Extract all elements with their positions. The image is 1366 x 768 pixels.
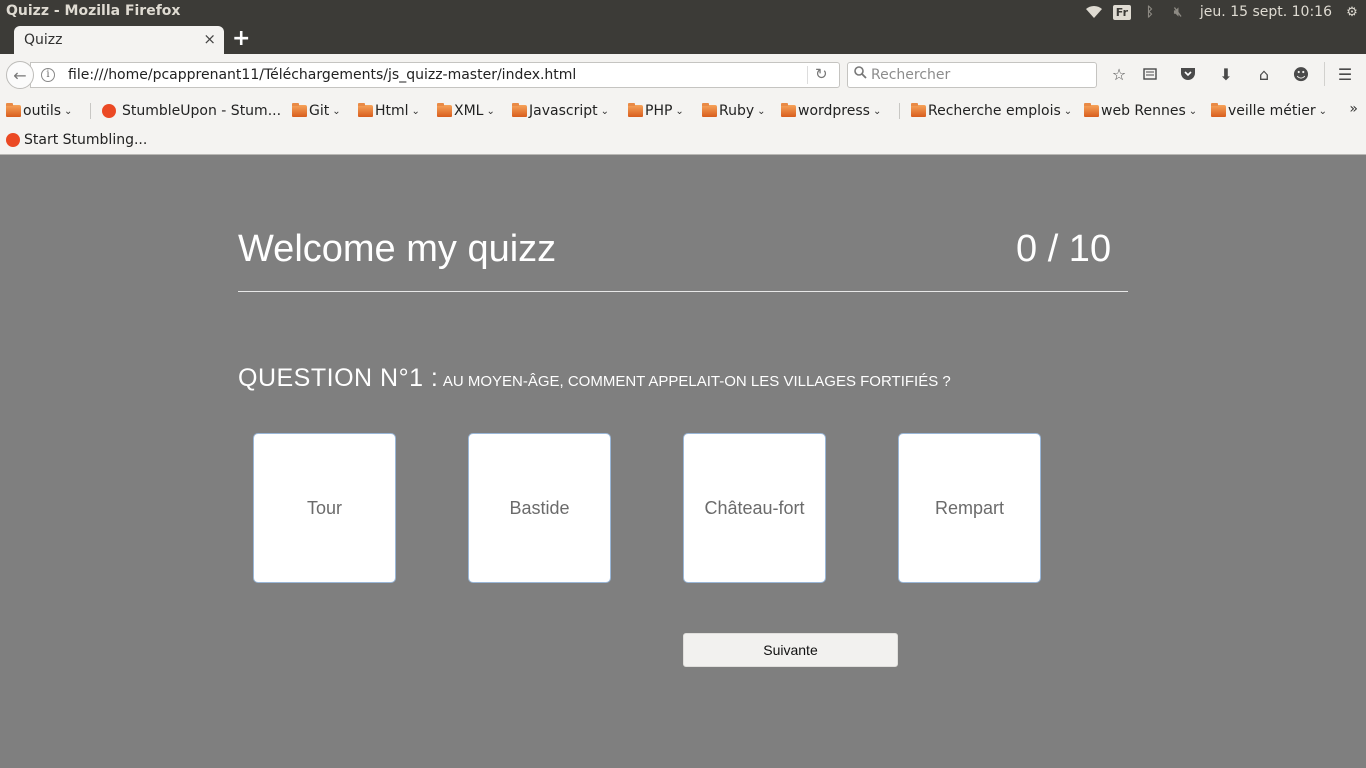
chevron-down-icon: ⌄	[486, 105, 495, 117]
question-text: AU MOYEN-ÂGE, COMMENT APPELAIT-ON LES VI…	[442, 373, 951, 390]
search-input[interactable]: Rechercher	[847, 62, 1097, 88]
folder-icon	[781, 103, 796, 117]
back-button[interactable]: ←	[6, 61, 34, 89]
url-text[interactable]: file:///home/pcapprenant11/Téléchargemen…	[68, 67, 576, 83]
chevron-down-icon: ⌄	[757, 105, 766, 117]
bookmark-star-icon[interactable]: ☆	[1107, 62, 1131, 86]
pocket-icon[interactable]	[1176, 62, 1200, 86]
bookmark-folder-html[interactable]: Html ⌄	[358, 101, 420, 121]
os-top-panel: Quizz - Mozilla Firefox Fr ᛒ 🔇︎ jeu. 15 …	[0, 0, 1366, 24]
info-icon[interactable]: i	[41, 68, 55, 82]
page-title: Welcome my quizz	[238, 228, 557, 270]
next-button[interactable]: Suivante	[683, 633, 898, 667]
score-counter: 0 / 10	[1016, 228, 1112, 270]
chevron-down-icon: ⌄	[1318, 105, 1328, 117]
answer-option-bastide[interactable]: Bastide	[468, 433, 611, 583]
bookmark-folder-xml[interactable]: XML ⌄	[437, 101, 495, 121]
back-arrow-icon: ←	[13, 65, 27, 85]
bookmark-folder-ruby[interactable]: Ruby ⌄	[702, 101, 766, 121]
search-placeholder: Rechercher	[871, 67, 951, 83]
chevron-down-icon: ⌄	[64, 105, 73, 117]
folder-icon	[911, 103, 926, 117]
clock[interactable]: jeu. 15 sept. 10:16	[1192, 4, 1338, 20]
divider	[899, 103, 900, 119]
divider	[807, 66, 808, 84]
tab-title: Quizz	[24, 32, 63, 48]
tab-strip: Quizz × +	[0, 24, 1366, 54]
reading-list-icon[interactable]	[1138, 62, 1162, 86]
close-icon[interactable]: ×	[203, 30, 216, 48]
chevron-down-icon: ⌄	[1188, 105, 1198, 117]
folder-icon	[702, 103, 717, 117]
bookmark-folder-veille-metier[interactable]: veille métier ⌄	[1211, 101, 1327, 121]
divider	[90, 103, 91, 119]
bookmark-folder-recherche-emplois[interactable]: Recherche emplois ⌄	[911, 101, 1072, 121]
bookmark-folder-wordpress[interactable]: wordpress ⌄	[781, 101, 881, 121]
bookmarks-overflow-button[interactable]: »	[1349, 101, 1358, 117]
question: QUESTION N°1 : AU MOYEN-ÂGE, COMMENT APP…	[238, 364, 951, 393]
stumbleupon-icon	[6, 133, 20, 147]
os-indicators: Fr ᛒ 🔇︎ jeu. 15 sept. 10:16 ⚙	[1080, 0, 1366, 24]
home-icon[interactable]: ⌂	[1252, 62, 1276, 86]
reload-icon[interactable]: ↻	[815, 65, 828, 83]
bookmark-folder-git[interactable]: Git ⌄	[292, 101, 341, 121]
title-divider	[238, 291, 1128, 292]
stumbleupon-toolbar: Start Stumbling...	[0, 126, 1366, 155]
folder-icon	[358, 103, 373, 117]
chevron-down-icon: ⌄	[600, 105, 609, 117]
wifi-icon[interactable]	[1080, 0, 1108, 24]
start-stumbling-button[interactable]: Start Stumbling...	[6, 130, 147, 150]
chevron-down-icon: ⌄	[411, 105, 420, 117]
tab-quizz[interactable]: Quizz ×	[14, 26, 224, 54]
bluetooth-icon[interactable]: ᛒ	[1136, 0, 1164, 24]
chevron-down-icon: ⌄	[675, 105, 684, 117]
chevron-down-icon: ⌄	[332, 105, 341, 117]
url-bar[interactable]: i file:///home/pcapprenant11/Téléchargem…	[30, 62, 840, 88]
divider	[1324, 62, 1325, 86]
chat-icon[interactable]: ☻	[1289, 62, 1313, 86]
answer-option-chateau-fort[interactable]: Château-fort	[683, 433, 826, 583]
bookmark-folder-javascript[interactable]: Javascript ⌄	[512, 101, 609, 121]
folder-icon	[292, 103, 307, 117]
download-icon[interactable]: ⬇	[1214, 62, 1238, 86]
chevron-down-icon: ⌄	[1063, 105, 1073, 117]
window-title: Quizz - Mozilla Firefox	[6, 3, 181, 19]
folder-icon	[628, 103, 643, 117]
answer-option-tour[interactable]: Tour	[253, 433, 396, 583]
menu-icon[interactable]: ☰	[1333, 62, 1357, 86]
question-number: QUESTION N°1 :	[238, 364, 439, 392]
bookmark-folder-outils[interactable]: outils ⌄	[6, 101, 72, 121]
navigation-toolbar: i file:///home/pcapprenant11/Téléchargem…	[0, 54, 1366, 94]
stumbleupon-icon	[102, 104, 116, 118]
power-gear-icon[interactable]: ⚙	[1338, 0, 1366, 24]
bookmark-folder-php[interactable]: PHP ⌄	[628, 101, 684, 121]
answer-option-rempart[interactable]: Rempart	[898, 433, 1041, 583]
new-tab-button[interactable]: +	[232, 26, 250, 52]
bookmarks-toolbar: outils ⌄ StumbleUpon - Stum... Git ⌄ Html ⌄…	[0, 94, 1366, 126]
folder-icon	[6, 103, 21, 117]
folder-icon	[1211, 103, 1226, 117]
bookmark-stumbleupon[interactable]: StumbleUpon - Stum...	[102, 101, 281, 121]
chevron-down-icon: ⌄	[872, 105, 882, 117]
folder-icon	[1084, 103, 1099, 117]
search-icon	[854, 66, 867, 83]
bookmark-folder-web-rennes[interactable]: web Rennes ⌄	[1084, 101, 1197, 121]
folder-icon	[512, 103, 527, 117]
keyboard-layout-indicator[interactable]: Fr	[1108, 0, 1136, 24]
volume-muted-icon[interactable]: 🔇︎	[1164, 0, 1192, 24]
folder-icon	[437, 103, 452, 117]
